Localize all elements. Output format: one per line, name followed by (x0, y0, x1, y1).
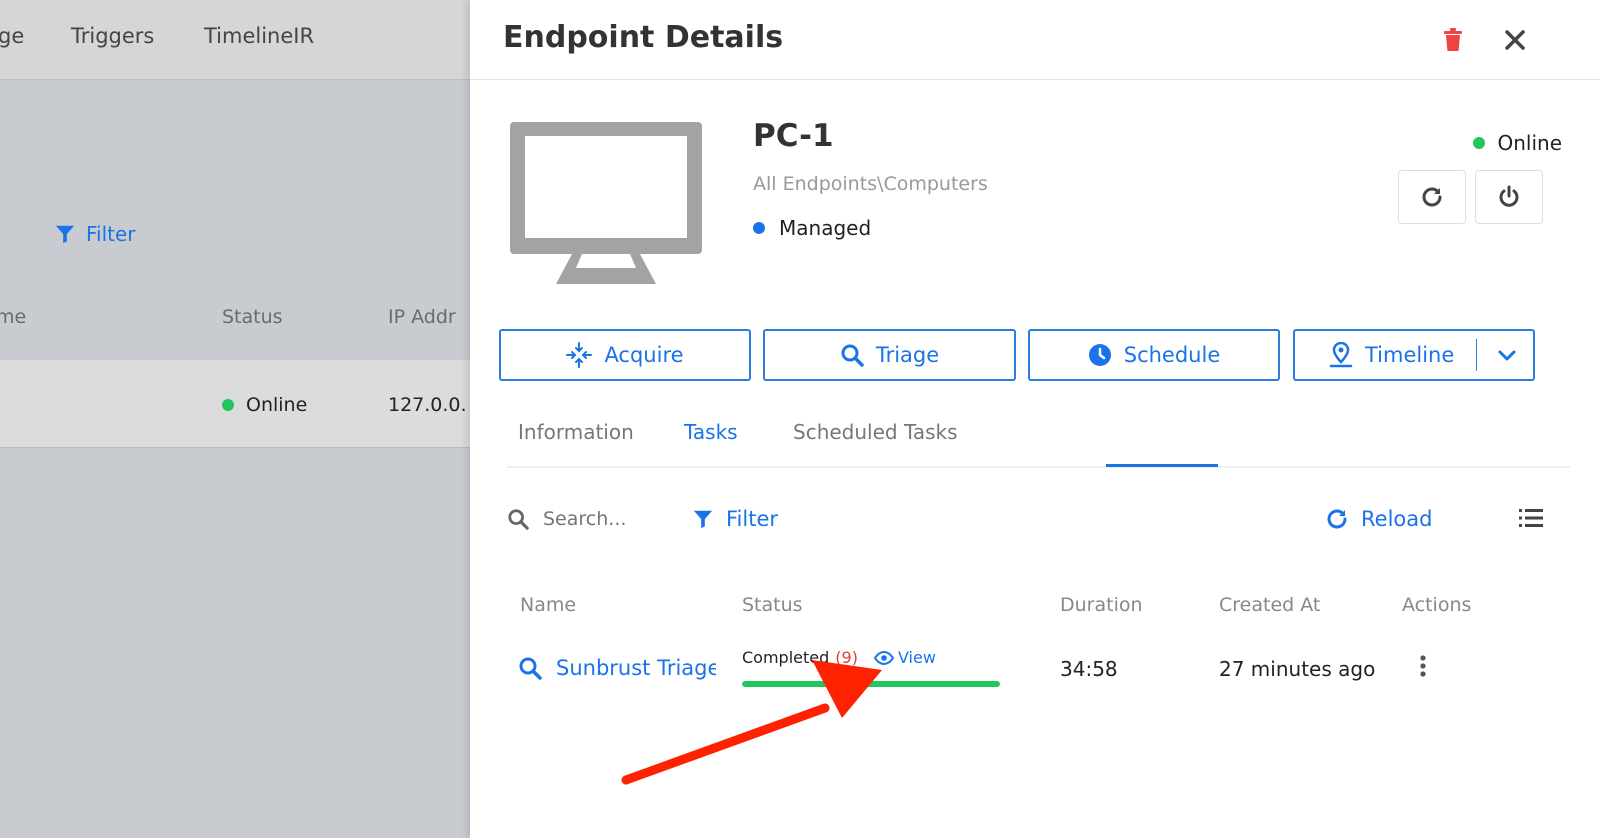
reload-label: Reload (1361, 507, 1433, 531)
filter-button[interactable]: Filter (692, 507, 778, 531)
drawer-header: Endpoint Details (470, 0, 1600, 80)
triage-button[interactable]: Triage (763, 329, 1016, 381)
view-link[interactable]: View (873, 648, 936, 667)
acquire-label: Acquire (604, 343, 684, 367)
endpoint-details-drawer: Endpoint Details PC-1 All Endpoints\Comp… (470, 0, 1600, 838)
reload-button[interactable]: Reload (1325, 507, 1432, 531)
task-progress-bar (742, 681, 1000, 687)
bg-column-ip: IP Addr (388, 306, 456, 328)
task-name-link[interactable]: Sunbrust Triage (518, 656, 758, 680)
tab-information[interactable]: Information (518, 420, 634, 444)
close-button[interactable] (1497, 22, 1533, 58)
trash-icon (1444, 28, 1462, 51)
column-duration: Duration (1060, 594, 1143, 616)
bg-nav-triggers[interactable]: Triggers (71, 24, 154, 48)
timeline-label: Timeline (1365, 343, 1455, 367)
column-created-at: Created At (1219, 594, 1321, 616)
schedule-label: Schedule (1123, 343, 1221, 367)
detail-tabs: Information Tasks Scheduled Tasks (507, 400, 1570, 468)
schedule-button[interactable]: Schedule (1028, 329, 1280, 381)
timeline-button[interactable]: Timeline (1293, 329, 1535, 381)
online-status: Online (1473, 131, 1562, 155)
bg-row-status: Online (222, 394, 307, 416)
refresh-icon (1422, 187, 1442, 207)
task-status: Completed (9) View (742, 648, 1002, 687)
column-actions: Actions (1402, 594, 1472, 616)
task-progress-fill (742, 681, 1000, 687)
search-input[interactable] (543, 508, 673, 530)
bg-column-name: me (0, 306, 27, 328)
status-label: Completed (742, 648, 830, 667)
online-dot-icon (1473, 137, 1486, 149)
filter-icon (693, 510, 713, 529)
search-icon (519, 657, 542, 680)
status-line: Completed (9) View (742, 648, 1002, 667)
acquire-icon (566, 342, 593, 368)
timeline-divider (1476, 339, 1477, 371)
status-count: (9) (835, 648, 858, 667)
bg-column-status: Status (222, 306, 283, 328)
drawer-title: Endpoint Details (503, 20, 784, 55)
task-search (507, 508, 673, 530)
column-name: Name (520, 594, 577, 616)
managed-dot-icon (753, 222, 765, 234)
eye-icon (873, 650, 894, 665)
online-dot-icon (222, 399, 234, 411)
more-actions-icon[interactable] (1420, 655, 1426, 677)
bg-filter-button[interactable]: Filter (54, 222, 136, 246)
bg-nav-timelineir[interactable]: TimelineIR (204, 24, 314, 48)
reload-icon (1327, 509, 1347, 529)
tab-tasks[interactable]: Tasks (684, 420, 738, 444)
power-icon (1499, 185, 1519, 207)
view-label: View (897, 648, 936, 667)
search-icon (508, 509, 529, 530)
bg-filter-label: Filter (86, 222, 136, 246)
delete-button[interactable] (1435, 22, 1471, 58)
list-view-icon[interactable] (1519, 508, 1543, 528)
column-status: Status (742, 594, 803, 616)
chevron-down-icon[interactable] (1495, 343, 1519, 367)
computer-monitor-icon (510, 122, 702, 284)
bg-nav-item[interactable]: ge (0, 24, 24, 48)
shutdown-button[interactable] (1475, 170, 1543, 224)
endpoint-path: All Endpoints\Computers (753, 173, 988, 195)
restart-button[interactable] (1398, 170, 1466, 224)
tab-scheduled-tasks[interactable]: Scheduled Tasks (793, 420, 958, 444)
managed-status: Managed (753, 216, 871, 240)
task-name-label: Sunbrust Triage (556, 656, 716, 680)
acquire-button[interactable]: Acquire (499, 329, 751, 381)
active-tab-indicator (1106, 464, 1218, 467)
location-pin-icon (1329, 342, 1353, 368)
task-duration: 34:58 (1060, 657, 1118, 681)
managed-label: Managed (779, 216, 872, 240)
triage-label: Triage (875, 343, 940, 367)
bg-row-ip: 127.0.0. (388, 394, 467, 416)
task-created-at: 27 minutes ago (1219, 657, 1376, 681)
clock-icon (1088, 344, 1111, 366)
close-icon (1505, 30, 1525, 50)
endpoint-name: PC-1 (753, 118, 834, 154)
bg-row-status-label: Online (246, 394, 308, 416)
filter-label: Filter (726, 507, 779, 531)
filter-icon (55, 225, 75, 244)
search-icon (841, 344, 864, 367)
online-label: Online (1497, 131, 1562, 155)
